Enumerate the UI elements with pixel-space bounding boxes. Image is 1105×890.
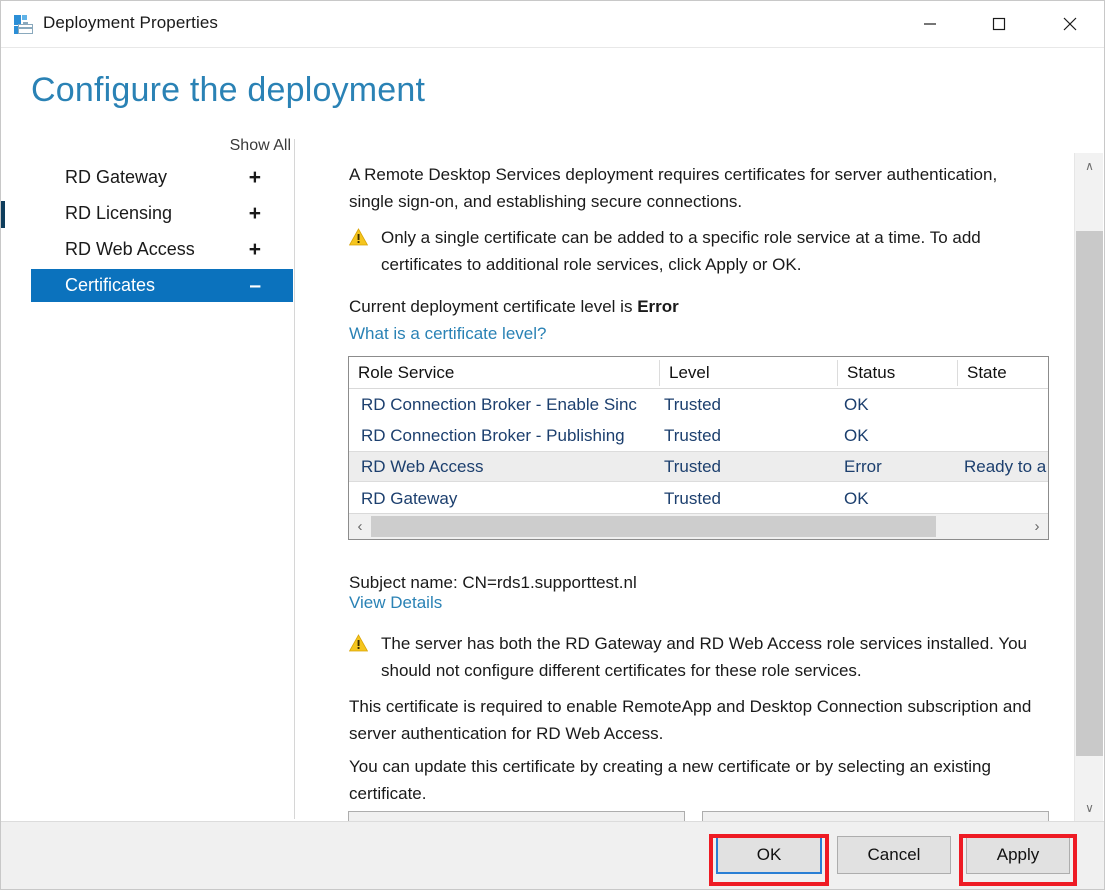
column-header-status[interactable]: Status bbox=[838, 357, 957, 388]
expand-plus-icon: + bbox=[248, 238, 261, 261]
cell-status: OK bbox=[844, 425, 869, 445]
close-icon bbox=[1063, 17, 1077, 31]
table-row[interactable]: RD Gateway Trusted OK bbox=[349, 483, 1048, 514]
cell-level: Trusted bbox=[664, 488, 722, 508]
cell-level: Trusted bbox=[664, 456, 722, 476]
cell-role-service: RD Web Access bbox=[361, 456, 484, 476]
sidebar-item-label: RD Licensing bbox=[65, 203, 173, 223]
scroll-left-arrow-icon[interactable]: ‹ bbox=[349, 514, 371, 539]
cell-role-service: RD Connection Broker - Publishing bbox=[361, 425, 625, 445]
sidebar-item-label: RD Web Access bbox=[65, 239, 195, 259]
sidebar-item-rd-licensing[interactable]: RD Licensing + bbox=[31, 197, 293, 230]
table-horizontal-scrollbar[interactable]: ‹ › bbox=[349, 513, 1048, 539]
collapse-minus-icon: – bbox=[249, 274, 261, 297]
what-is-certificate-level-link[interactable]: What is a certificate level? bbox=[349, 324, 546, 344]
deployment-properties-icon bbox=[13, 14, 35, 36]
sidebar-item-rd-web-access[interactable]: RD Web Access + bbox=[31, 233, 293, 266]
cancel-button[interactable]: Cancel bbox=[837, 836, 951, 874]
paragraph-remoteapp: This certificate is required to enable R… bbox=[349, 697, 1032, 743]
pane-divider bbox=[294, 139, 295, 819]
warning-triangle-icon bbox=[348, 634, 369, 652]
table-row[interactable]: RD Connection Broker - Publishing Truste… bbox=[349, 420, 1048, 451]
sidebar-item-certificates[interactable]: Certificates – bbox=[31, 269, 293, 302]
scroll-down-arrow-icon[interactable]: ∨ bbox=[1075, 795, 1104, 821]
cell-level: Trusted bbox=[664, 394, 722, 414]
certificates-content-pane: A Remote Desktop Services deployment req… bbox=[331, 151, 1061, 823]
warning-triangle-icon bbox=[348, 228, 369, 246]
close-button[interactable] bbox=[1047, 1, 1093, 47]
certificate-level-prefix: Current deployment certificate level is bbox=[349, 297, 638, 316]
certificate-level-value: Error bbox=[637, 297, 679, 316]
role-service-table: Role Service Level Status State RD Conne… bbox=[348, 356, 1049, 540]
paragraph-update-certificate: You can update this certificate by creat… bbox=[349, 757, 991, 803]
scroll-right-arrow-icon[interactable]: › bbox=[1026, 514, 1048, 539]
minimize-icon bbox=[924, 23, 936, 25]
table-row[interactable]: RD Connection Broker - Enable Sinc Trust… bbox=[349, 389, 1048, 420]
minimize-button[interactable] bbox=[907, 1, 953, 47]
cell-role-service: RD Connection Broker - Enable Sinc bbox=[361, 394, 637, 414]
cell-role-service: RD Gateway bbox=[361, 488, 458, 508]
column-header-level[interactable]: Level bbox=[660, 357, 837, 388]
view-details-link[interactable]: View Details bbox=[349, 593, 442, 613]
deployment-properties-window: Deployment Properties Configure the depl… bbox=[0, 0, 1105, 890]
certificate-level-status: Current deployment certificate level is … bbox=[349, 297, 679, 317]
cell-status: OK bbox=[844, 394, 869, 414]
warning-text: The server has both the RD Gateway and R… bbox=[381, 634, 1028, 680]
ok-button[interactable]: OK bbox=[716, 836, 822, 874]
window-title: Deployment Properties bbox=[43, 13, 219, 32]
dialog-footer: OK Cancel Apply bbox=[1, 821, 1104, 889]
left-edge-artifact bbox=[1, 201, 5, 228]
expand-plus-icon: + bbox=[248, 202, 261, 225]
maximize-icon bbox=[992, 17, 1006, 31]
apply-button[interactable]: Apply bbox=[966, 836, 1070, 874]
intro-paragraph: A Remote Desktop Services deployment req… bbox=[349, 165, 998, 211]
subject-name-text: Subject name: CN=rds1.supporttest.nl bbox=[349, 573, 637, 592]
title-bar: Deployment Properties bbox=[1, 1, 1104, 48]
horizontal-scroll-thumb[interactable] bbox=[371, 516, 936, 537]
vertical-scroll-thumb[interactable] bbox=[1076, 231, 1103, 756]
sidebar-item-rd-gateway[interactable]: RD Gateway + bbox=[31, 161, 293, 194]
cell-level: Trusted bbox=[664, 425, 722, 445]
sidebar-item-label: RD Gateway bbox=[65, 167, 168, 187]
scroll-up-arrow-icon[interactable]: ∧ bbox=[1075, 153, 1104, 179]
warning-text: Only a single certificate can be added t… bbox=[381, 228, 981, 274]
table-header-row: Role Service Level Status State bbox=[349, 357, 1048, 389]
table-row-selected[interactable]: RD Web Access Trusted Error Ready to a bbox=[349, 451, 1048, 482]
maximize-button[interactable] bbox=[976, 1, 1022, 47]
column-header-state[interactable]: State bbox=[958, 357, 1048, 388]
expand-plus-icon: + bbox=[248, 166, 261, 189]
content-vertical-scrollbar[interactable]: ∧ ∨ bbox=[1074, 153, 1103, 821]
sidebar-item-label: Certificates bbox=[65, 275, 156, 295]
show-all-link[interactable]: Show All bbox=[230, 137, 291, 155]
cell-state: Ready to a bbox=[964, 456, 1047, 476]
page-title: Configure the deployment bbox=[31, 71, 426, 109]
cell-status: Error bbox=[844, 456, 882, 476]
column-header-role-service[interactable]: Role Service bbox=[349, 357, 659, 388]
cell-status: OK bbox=[844, 488, 869, 508]
